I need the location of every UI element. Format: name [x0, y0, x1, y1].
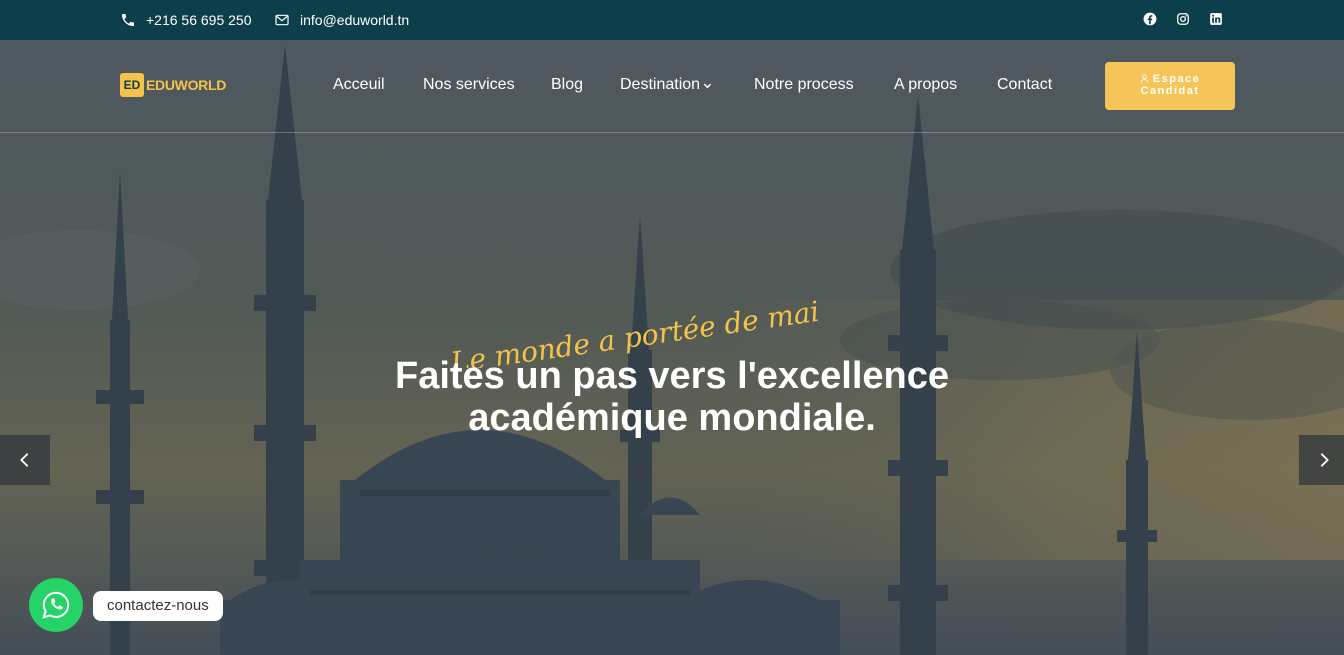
eduworld-logo[interactable]: ED EDUWORLD [120, 73, 226, 97]
nav-item-a-propos[interactable]: A propos [894, 76, 957, 94]
facebook-icon[interactable] [1143, 12, 1157, 26]
user-icon [1140, 74, 1148, 83]
nav-item-label: Nos services [423, 76, 515, 93]
nav-item-contact[interactable]: Contact [997, 76, 1052, 94]
whatsapp-label[interactable]: contactez-nous [93, 591, 223, 621]
nav-item-destination[interactable]: Destination [620, 76, 712, 94]
nav-item-blog[interactable]: Blog [551, 76, 583, 94]
hero-headline-line1: Faites un pas vers l'excellence [394, 355, 949, 397]
chevron-left-icon [20, 453, 29, 467]
logo-mark: ED [120, 73, 144, 97]
whatsapp-button[interactable] [29, 578, 83, 632]
nav-item-nos-services[interactable]: Nos services [423, 76, 515, 94]
email-contact[interactable]: info@eduworld.tn [274, 0, 409, 40]
phone-icon [122, 14, 134, 26]
hero-headline: Faites un pas vers l'excellence académiq… [340, 355, 1004, 439]
chevron-right-icon [1320, 453, 1329, 467]
logo-text: EDUWORLD [146, 77, 227, 93]
espace-candidat-button[interactable]: Espace Candidat [1105, 62, 1235, 110]
nav-item-label: Destination [620, 76, 701, 93]
slider-next-button[interactable] [1299, 435, 1344, 485]
nav-item-label: Contact [997, 76, 1053, 93]
email-address: info@eduworld.tn [300, 12, 410, 28]
whatsapp-icon [42, 591, 70, 619]
linkedin-icon[interactable] [1209, 12, 1223, 26]
instagram-icon[interactable] [1176, 12, 1190, 26]
nav-item-label: A propos [894, 76, 958, 93]
phone-number: +216 56 695 250 [146, 12, 252, 28]
nav-item-label: Blog [551, 76, 584, 93]
site-header: ED EDUWORLD Acceuil Nos services Blog De… [0, 40, 1344, 133]
mail-icon [275, 14, 289, 26]
hero-headline-line2: académique mondiale. [468, 397, 876, 439]
phone-contact[interactable]: +216 56 695 250 [120, 0, 252, 40]
cta-label-line2: Candidat [1140, 85, 1200, 97]
nav-item-label: Acceuil [333, 76, 385, 93]
nav-item-acceuil[interactable]: Acceuil [333, 76, 385, 94]
chevron-down-icon [703, 83, 712, 88]
nav-item-label: Notre process [754, 76, 854, 93]
nav-item-notre-process[interactable]: Notre process [754, 76, 854, 94]
top-bar: +216 56 695 250 info@eduworld.tn [0, 0, 1344, 40]
hero-slider: ED EDUWORLD Acceuil Nos services Blog De… [0, 40, 1344, 655]
slider-prev-button[interactable] [0, 435, 50, 485]
cta-label-line1: Espace [1152, 73, 1201, 85]
